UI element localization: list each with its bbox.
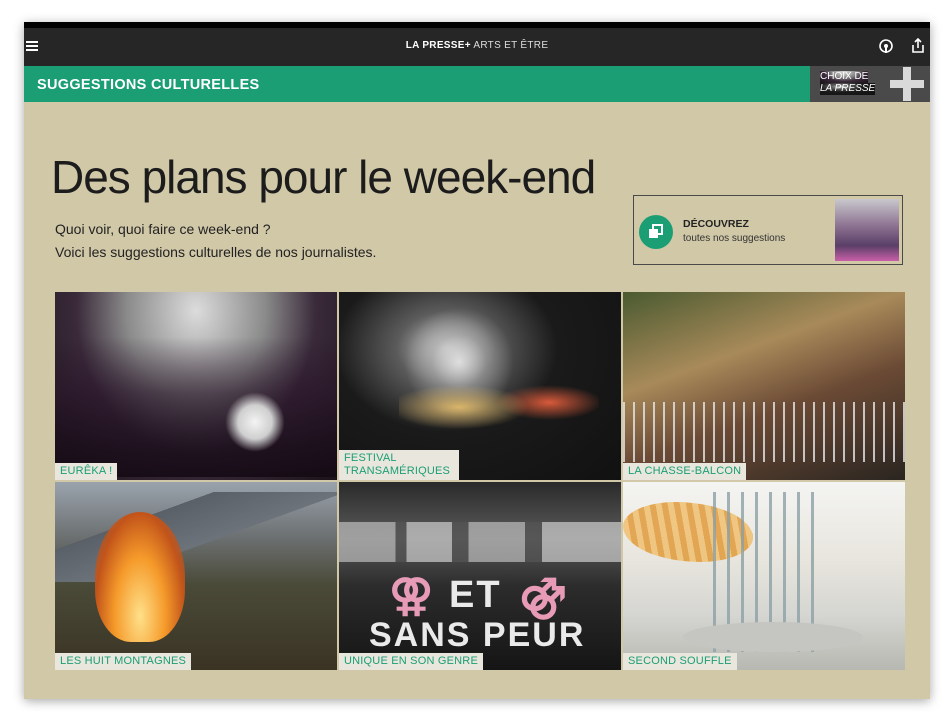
tile-les-huit-montagnes[interactable]: LES HUIT MONTAGNES xyxy=(55,482,337,670)
choix-label-line1: CHOIX DE xyxy=(820,71,869,83)
sign-text-line2: SANS PEUR xyxy=(369,616,586,654)
section-header: SUGGESTIONS CULTURELLES CHOIX DE LA PRES… xyxy=(24,66,930,102)
tile-image-detail xyxy=(225,392,285,452)
tile-image xyxy=(55,337,337,477)
choix-de-la-presse-badge[interactable]: CHOIX DE LA PRESSE xyxy=(810,66,930,102)
tile-label: FESTIVAL TRANSAMÉRIQUES xyxy=(339,450,459,480)
discover-all-suggestions-button[interactable]: DÉCOUVREZ toutes nos suggestions xyxy=(633,195,903,265)
sign-text-line1: ET xyxy=(449,574,502,616)
female-symbols-icon: ⚢ xyxy=(389,571,434,620)
brand-title[interactable]: LA PRESSE+ ARTS ET ÊTRE xyxy=(24,40,930,51)
tile-label: EURÊKA ! xyxy=(55,463,118,480)
male-symbols-icon: ⚣ xyxy=(519,571,567,620)
tile-eureka[interactable]: EURÊKA ! xyxy=(55,292,337,480)
tile-image-detail xyxy=(95,512,185,642)
top-navigation-bar: LA PRESSE+ ARTS ET ÊTRE xyxy=(24,28,930,66)
tile-image xyxy=(339,522,621,562)
share-icon[interactable] xyxy=(910,37,926,54)
tile-label: SECOND SOUFFLE xyxy=(623,653,737,670)
tile-second-souffle[interactable]: SECOND SOUFFLE xyxy=(623,482,905,670)
app-screen: LA PRESSE+ ARTS ET ÊTRE SUGGESTIONS CULT… xyxy=(24,22,930,699)
tile-festival-transameriques[interactable]: FESTIVAL TRANSAMÉRIQUES xyxy=(339,292,621,480)
suggestions-grid: EURÊKA ! FESTIVAL TRANSAMÉRIQUES LA CHAS… xyxy=(55,292,905,670)
brand-section: ARTS ET ÊTRE xyxy=(470,40,549,51)
tile-image-detail xyxy=(399,362,599,452)
tile-image-platform xyxy=(683,622,863,652)
discover-subtitle: toutes nos suggestions xyxy=(683,233,786,244)
brand-main: LA PRESSE+ xyxy=(405,40,471,51)
podcast-icon[interactable] xyxy=(878,38,894,54)
tile-label: LA CHASSE-BALCON xyxy=(623,463,747,480)
subtitle-line1: Quoi voir, quoi faire ce week-end ? xyxy=(55,221,271,237)
section-title: SUGGESTIONS CULTURELLES xyxy=(37,77,260,93)
subtitle-line2: Voici les suggestions culturelles de nos… xyxy=(55,244,377,260)
tile-label: LES HUIT MONTAGNES xyxy=(55,653,192,670)
choix-label-line2: LA PRESSE xyxy=(820,83,876,95)
page-headline: Des plans pour le week-end xyxy=(51,151,596,203)
tile-la-chasse-balcon[interactable]: LA CHASSE-BALCON xyxy=(623,292,905,480)
tile-image xyxy=(623,402,905,462)
plus-icon xyxy=(890,67,924,101)
copy-icon xyxy=(639,215,673,249)
discover-thumbnail xyxy=(835,199,899,261)
tile-label: UNIQUE EN SON GENRE xyxy=(339,653,483,670)
tile-unique-en-son-genre[interactable]: ⚢ ⚣ ET SANS PEUR UNIQUE EN SON GENRE xyxy=(339,482,621,670)
discover-title: DÉCOUVREZ xyxy=(683,218,749,230)
